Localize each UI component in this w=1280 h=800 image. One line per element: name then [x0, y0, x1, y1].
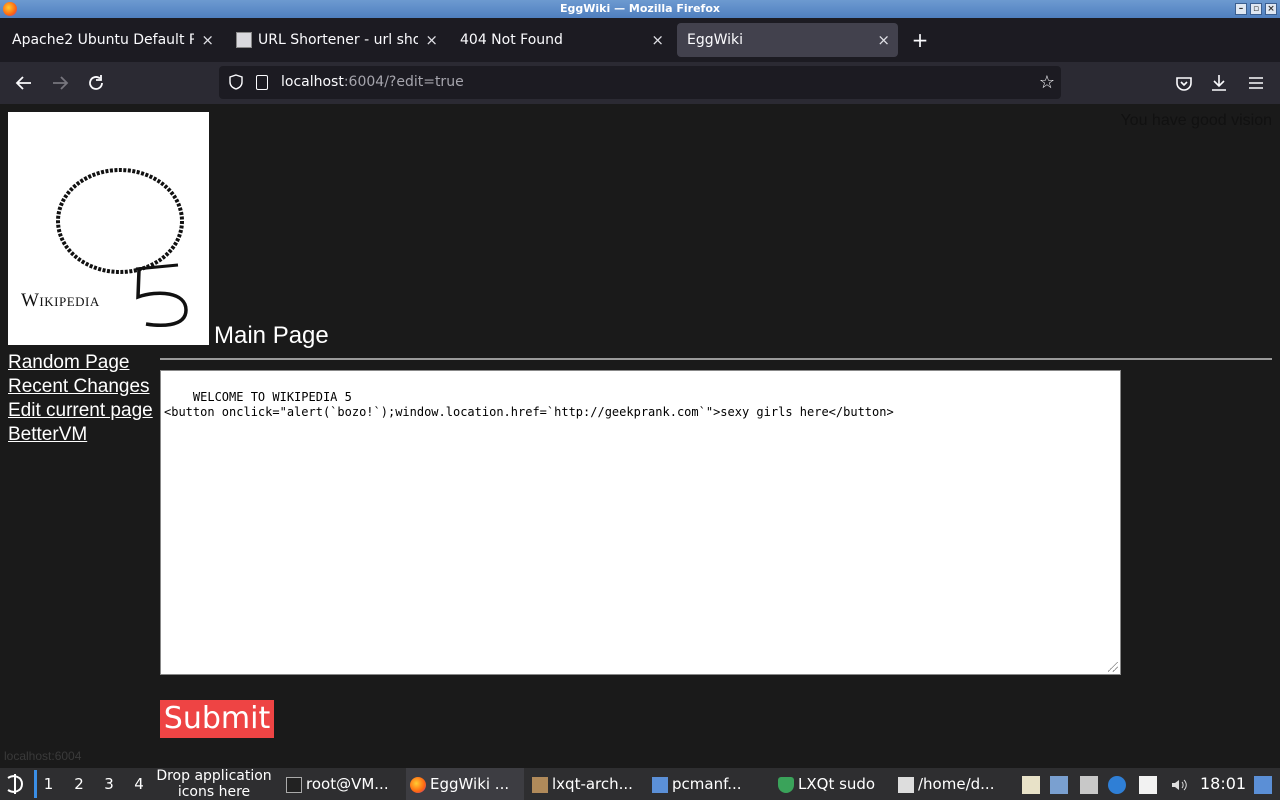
site-logo[interactable]: Wikipedia — [8, 112, 209, 345]
tab-label: Apache2 Ubuntu Default Pa — [12, 32, 194, 48]
downloads-button[interactable] — [1206, 70, 1232, 96]
task-lxqt-sudo[interactable]: LXQt sudo — [778, 768, 890, 800]
folder-icon — [652, 776, 668, 793]
resize-grip-icon[interactable] — [1108, 662, 1118, 672]
url-text[interactable]: localhost:6004/?edit=true — [281, 66, 464, 99]
task-label: /home/d... — [918, 775, 995, 793]
page-editor-textarea[interactable]: WELCOME TO WIKIPEDIA 5 <button onclick="… — [160, 370, 1121, 675]
task-label: EggWiki ... — [430, 775, 510, 793]
navigation-toolbar: localhost:6004/?edit=true ☆ — [0, 62, 1280, 104]
hamburger-menu-icon — [1249, 77, 1263, 89]
text-editor-icon — [898, 776, 914, 793]
forward-button[interactable] — [47, 70, 73, 96]
task-label: pcmanf... — [672, 775, 742, 793]
tab-label: 404 Not Found — [460, 32, 563, 48]
new-tab-button[interactable]: + — [909, 24, 931, 56]
bookmark-star-icon[interactable]: ☆ — [1039, 66, 1055, 99]
tab-404[interactable]: 404 Not Found × — [450, 23, 672, 57]
task-label: lxqt-arch... — [552, 775, 633, 793]
firefox-icon — [3, 2, 17, 16]
taskbar: 1 2 3 4 Drop application icons here root… — [0, 768, 1280, 800]
task-firefox[interactable]: EggWiki ... — [406, 768, 524, 800]
tab-close-icon[interactable]: × — [425, 23, 438, 57]
info-icon[interactable] — [1108, 776, 1126, 794]
sidebar-nav: Random Page Recent Changes Edit current … — [8, 351, 153, 447]
page-content: Wikipedia Main Page You have good vision… — [0, 104, 1280, 768]
window-titlebar: EggWiki — Mozilla Firefox – ▫ × — [0, 0, 1280, 18]
tab-eggwiki[interactable]: EggWiki × — [677, 23, 898, 57]
page-title: Main Page — [214, 322, 329, 349]
sidebar-link-edit-page[interactable]: Edit current page — [8, 399, 153, 423]
archive-icon — [532, 776, 548, 793]
terminal-icon — [286, 776, 302, 793]
tab-url-shortener[interactable]: URL Shortener - url short × — [226, 23, 446, 57]
tab-close-icon[interactable]: × — [877, 23, 890, 57]
start-menu-button[interactable] — [4, 768, 28, 800]
reload-icon — [89, 75, 103, 90]
desktop-1-button[interactable]: 1 — [34, 770, 60, 798]
page-info-icon[interactable] — [256, 75, 268, 90]
sidebar-link-random-page[interactable]: Random Page — [8, 351, 153, 375]
back-button[interactable] — [11, 70, 37, 96]
task-terminal[interactable]: root@VM... — [286, 768, 398, 800]
shield-icon[interactable] — [229, 74, 243, 90]
tab-strip: Apache2 Ubuntu Default Pa × URL Shortene… — [0, 18, 1280, 62]
task-archiver[interactable]: lxqt-arch... — [532, 768, 644, 800]
lxqt-logo-icon — [7, 774, 24, 794]
minimize-button[interactable]: – — [1235, 3, 1247, 15]
quicklaunch-drop-area[interactable]: Drop application icons here — [150, 768, 278, 800]
desktop-2-button[interactable]: 2 — [66, 770, 92, 798]
tab-close-icon[interactable]: × — [201, 23, 214, 57]
desktop-4-button[interactable]: 4 — [126, 770, 152, 798]
download-icon — [1212, 75, 1226, 91]
tab-label: URL Shortener - url short — [258, 32, 418, 48]
tab-close-icon[interactable]: × — [651, 23, 664, 57]
wikipedia-wordmark: Wikipedia — [21, 290, 100, 311]
tab-label: EggWiki — [687, 32, 744, 48]
network-icon[interactable] — [1050, 776, 1068, 794]
clock[interactable]: 18:01 — [1200, 768, 1246, 800]
clipboard-icon[interactable] — [1022, 776, 1040, 794]
task-editor[interactable]: /home/d... — [898, 768, 1010, 800]
reload-button[interactable] — [83, 70, 109, 96]
back-arrow-icon — [15, 76, 31, 90]
task-label: LXQt sudo — [798, 775, 876, 793]
sidebar-link-recent-changes[interactable]: Recent Changes — [8, 375, 153, 399]
submit-button[interactable]: Submit — [160, 700, 274, 738]
window-controls: – ▫ × — [1235, 3, 1277, 15]
address-bar[interactable]: localhost:6004/?edit=true ☆ — [219, 66, 1061, 99]
forward-arrow-icon — [53, 76, 69, 90]
status-bar-url: localhost:6004 — [4, 749, 82, 763]
tab-apache[interactable]: Apache2 Ubuntu Default Pa × — [2, 23, 222, 57]
page-favicon-icon — [236, 32, 252, 48]
firefox-icon — [410, 776, 426, 793]
window-title: EggWiki — Mozilla Firefox — [560, 2, 720, 15]
url-path: :6004/?edit=true — [343, 74, 464, 90]
heading-divider — [160, 358, 1272, 360]
editor-content: WELCOME TO WIKIPEDIA 5 <button onclick="… — [164, 390, 894, 419]
volume-icon[interactable] — [1170, 776, 1188, 794]
show-desktop-icon[interactable] — [1254, 776, 1272, 794]
shield-icon — [778, 776, 794, 793]
pocket-icon — [1176, 77, 1192, 91]
maximize-button[interactable]: ▫ — [1250, 3, 1262, 15]
pocket-button[interactable] — [1171, 70, 1197, 96]
url-host: localhost — [281, 74, 344, 90]
close-window-button[interactable]: × — [1265, 3, 1277, 15]
desktop-3-button[interactable]: 3 — [96, 770, 122, 798]
sidebar-link-bettervm[interactable]: BetterVM — [8, 423, 153, 447]
task-file-manager[interactable]: pcmanf... — [652, 768, 764, 800]
task-label: root@VM... — [306, 775, 389, 793]
tools-icon[interactable] — [1080, 776, 1098, 794]
hidden-message: You have good vision — [1120, 112, 1272, 129]
notes-icon[interactable] — [1139, 776, 1157, 794]
menu-button[interactable] — [1243, 70, 1269, 96]
